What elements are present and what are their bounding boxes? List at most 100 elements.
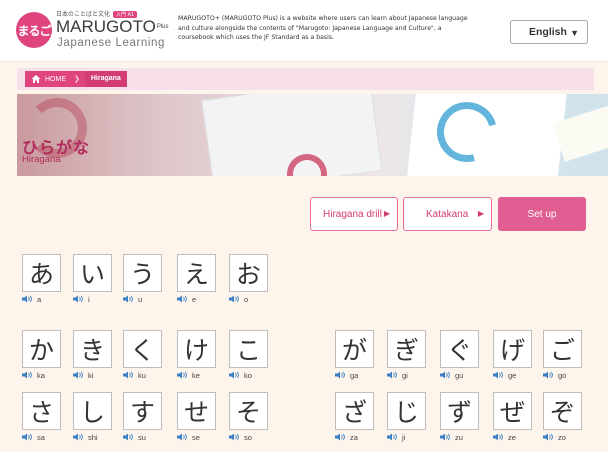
kana-audio-button[interactable]: ze xyxy=(493,432,516,442)
kana-character[interactable]: し xyxy=(73,392,112,430)
kana-audio-button[interactable]: go xyxy=(543,370,566,380)
kana-tile-shi[interactable]: し shi xyxy=(73,392,121,442)
kana-character[interactable]: そ xyxy=(229,392,268,430)
kana-character[interactable]: う xyxy=(123,254,162,292)
speaker-icon xyxy=(177,371,189,379)
kana-tile-o[interactable]: おo xyxy=(229,254,277,304)
kana-tile-a[interactable]: あa xyxy=(22,254,70,304)
kana-character[interactable]: が xyxy=(335,330,374,368)
kana-character[interactable]: す xyxy=(123,392,162,430)
kana-audio-button[interactable]: e xyxy=(177,294,196,304)
kana-audio-button[interactable]: ko xyxy=(229,370,252,380)
kana-tile-ge[interactable]: げ ge xyxy=(493,330,541,380)
kana-tile-ku[interactable]: く ku xyxy=(123,330,171,380)
speaker-icon xyxy=(177,433,189,441)
kana-audio-button[interactable]: ke xyxy=(177,370,200,380)
kana-character[interactable]: く xyxy=(123,330,162,368)
breadcrumb: HOME ❯ Hiragana xyxy=(25,71,127,87)
kana-romaji: sa xyxy=(37,432,45,442)
kana-audio-button[interactable]: u xyxy=(123,294,142,304)
speaker-icon xyxy=(229,433,241,441)
speaker-icon xyxy=(440,433,452,441)
kana-audio-button[interactable]: ge xyxy=(493,370,516,380)
kana-character[interactable]: ぜ xyxy=(493,392,532,430)
kana-tile-so[interactable]: そ so xyxy=(229,392,277,442)
kana-character[interactable]: ぎ xyxy=(387,330,426,368)
kana-tile-ke[interactable]: け ke xyxy=(177,330,225,380)
kana-romaji: zo xyxy=(558,432,566,442)
kana-character[interactable]: き xyxy=(73,330,112,368)
breadcrumb-home-link[interactable]: HOME xyxy=(45,76,66,83)
kana-audio-button[interactable]: so xyxy=(229,432,252,442)
kana-audio-button[interactable]: ku xyxy=(123,370,146,380)
kana-character[interactable]: お xyxy=(229,254,268,292)
speaker-icon xyxy=(22,433,34,441)
kana-character[interactable]: け xyxy=(177,330,216,368)
kana-audio-button[interactable]: zu xyxy=(440,432,463,442)
kana-tile-go[interactable]: ご go xyxy=(543,330,591,380)
kana-character[interactable]: じ xyxy=(387,392,426,430)
kana-audio-button[interactable]: ki xyxy=(73,370,93,380)
kana-tile-u[interactable]: うu xyxy=(123,254,171,304)
katakana-button[interactable]: Katakana ▶ xyxy=(403,197,492,231)
kana-tile-su[interactable]: す su xyxy=(123,392,171,442)
kana-character[interactable]: い xyxy=(73,254,112,292)
kana-character[interactable]: ご xyxy=(543,330,582,368)
kana-tile-ka[interactable]: か ka xyxy=(22,330,70,380)
kana-audio-button[interactable]: gi xyxy=(387,370,408,380)
kana-tile-za[interactable]: ざ za xyxy=(335,392,383,442)
kana-romaji: gu xyxy=(455,370,464,380)
kana-character[interactable]: さ xyxy=(22,392,61,430)
speaker-icon xyxy=(335,371,347,379)
kana-romaji: so xyxy=(244,432,252,442)
kana-tile-sa[interactable]: さ sa xyxy=(22,392,70,442)
kana-character[interactable]: え xyxy=(177,254,216,292)
kana-tile-ji[interactable]: じ ji xyxy=(387,392,435,442)
kana-character[interactable]: ざ xyxy=(335,392,374,430)
kana-tile-se[interactable]: せ se xyxy=(177,392,225,442)
kana-character[interactable]: ぞ xyxy=(543,392,582,430)
kana-audio-button[interactable]: i xyxy=(73,294,90,304)
kana-tile-zo[interactable]: ぞ zo xyxy=(543,392,591,442)
kana-tile-i[interactable]: いi xyxy=(73,254,121,304)
setup-button[interactable]: Set up xyxy=(498,197,586,231)
kana-character[interactable]: ず xyxy=(440,392,479,430)
kana-audio-button[interactable]: ka xyxy=(22,370,45,380)
kana-tile-e[interactable]: えe xyxy=(177,254,225,304)
kana-character[interactable]: げ xyxy=(493,330,532,368)
language-select[interactable]: English ▼ xyxy=(510,20,588,44)
kana-audio-button[interactable]: o xyxy=(229,294,248,304)
kana-audio-button[interactable]: ji xyxy=(387,432,405,442)
kana-audio-button[interactable]: se xyxy=(177,432,200,442)
logo-plus: Plus xyxy=(156,24,169,30)
logo-title[interactable]: MARUGOTOPlus xyxy=(56,18,168,36)
kana-tile-ga[interactable]: が ga xyxy=(335,330,383,380)
kana-character[interactable]: ぐ xyxy=(440,330,479,368)
kana-tile-gi[interactable]: ぎ gi xyxy=(387,330,435,380)
hiragana-drill-button[interactable]: Hiragana drill ▶ xyxy=(310,197,398,231)
katakana-label: Katakana xyxy=(426,208,469,220)
kana-audio-button[interactable]: shi xyxy=(73,432,98,442)
kana-tile-gu[interactable]: ぐ gu xyxy=(440,330,488,380)
kana-audio-button[interactable]: a xyxy=(22,294,41,304)
kana-tile-ze[interactable]: ぜ ze xyxy=(493,392,541,442)
kana-audio-button[interactable]: zo xyxy=(543,432,566,442)
kana-tile-ko[interactable]: こ ko xyxy=(229,330,277,380)
kana-tile-ki[interactable]: き ki xyxy=(73,330,121,380)
chevron-right-icon: ❯ xyxy=(74,76,80,83)
kana-romaji: su xyxy=(138,432,146,442)
speaker-icon xyxy=(229,295,241,303)
kana-tile-zu[interactable]: ず zu xyxy=(440,392,488,442)
setup-label: Set up xyxy=(527,208,557,220)
kana-character[interactable]: こ xyxy=(229,330,268,368)
kana-audio-button[interactable]: su xyxy=(123,432,146,442)
kana-audio-button[interactable]: ga xyxy=(335,370,358,380)
kana-audio-button[interactable]: gu xyxy=(440,370,463,380)
logo-icon[interactable]: まるご xyxy=(16,12,52,48)
kana-audio-button[interactable]: sa xyxy=(22,432,45,442)
speaker-icon xyxy=(387,433,399,441)
kana-character[interactable]: せ xyxy=(177,392,216,430)
kana-audio-button[interactable]: za xyxy=(335,432,358,442)
kana-character[interactable]: あ xyxy=(22,254,61,292)
kana-character[interactable]: か xyxy=(22,330,61,368)
